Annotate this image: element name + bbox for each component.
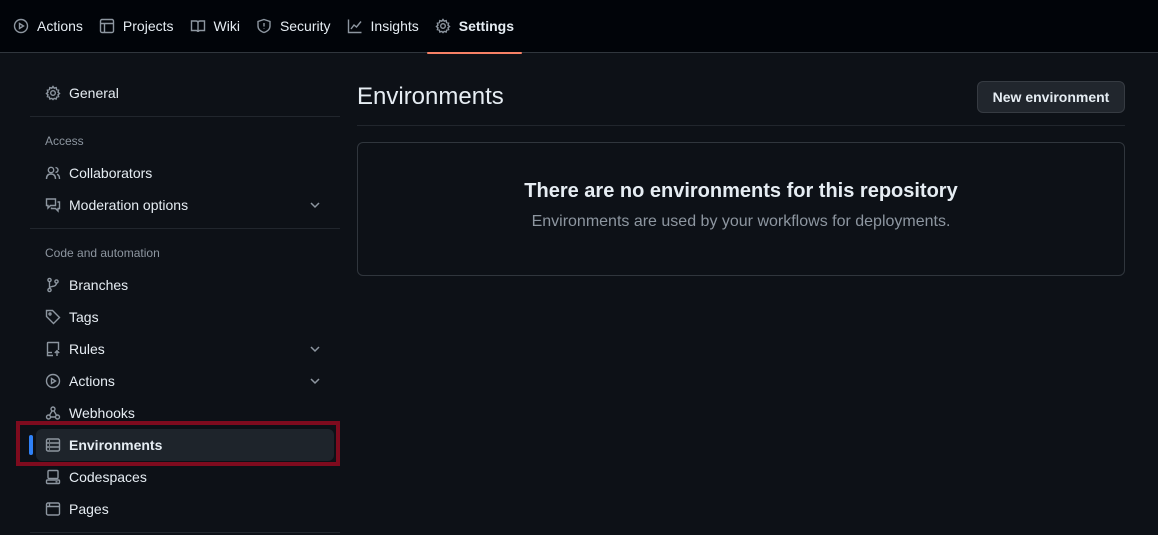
tab-label: Security: [279, 18, 331, 34]
section-heading-access: Access: [45, 134, 84, 148]
sidebar-item-label: Moderation options: [69, 197, 189, 213]
repo-push-icon: [46, 341, 60, 357]
sidebar-item-environments[interactable]: Environments: [29, 429, 334, 461]
blankslate-description: Environments are used by your workflows …: [531, 213, 951, 230]
tab-label: Wiki: [213, 18, 240, 34]
sidebar-item-label: Branches: [69, 277, 129, 293]
tab-actions[interactable]: Actions: [5, 0, 91, 53]
sidebar-item-tags[interactable]: Tags: [36, 301, 334, 333]
browser-icon: [45, 502, 61, 516]
sidebar-item-label: Pages: [69, 501, 109, 517]
chevron-down-icon: [310, 202, 320, 209]
sidebar-item-webhooks[interactable]: Webhooks: [36, 397, 334, 429]
sidebar-item-actions[interactable]: Actions: [36, 365, 334, 397]
comment-discussion-icon: [45, 198, 61, 213]
tab-label: Projects: [122, 18, 174, 34]
sidebar-divider: [30, 532, 340, 533]
git-branch-icon: [47, 277, 59, 293]
shield-icon: [257, 18, 271, 34]
sidebar-item-codespaces[interactable]: Codespaces: [36, 461, 334, 493]
tab-settings[interactable]: Settings: [426, 0, 523, 54]
gear-icon: [435, 18, 451, 34]
gear-icon: [45, 85, 61, 101]
sidebar-item-pages[interactable]: Pages: [36, 493, 334, 525]
chevron-down-icon: [310, 378, 320, 385]
play-circle-icon: [45, 373, 61, 389]
server-icon: [45, 438, 61, 452]
sidebar-item-label: Rules: [69, 341, 105, 357]
tab-label: Actions: [37, 18, 83, 34]
sidebar-item-label: Environments: [69, 437, 163, 453]
blankslate-title: There are no environments for this repos…: [524, 180, 958, 202]
new-environment-button[interactable]: New environment: [977, 81, 1125, 113]
sidebar-item-label: Tags: [69, 309, 99, 325]
table-icon: [99, 18, 115, 34]
tab-label: Insights: [370, 18, 419, 34]
sidebar-item-label: Codespaces: [69, 469, 147, 485]
sidebar-item-label: Actions: [69, 373, 115, 389]
tab-security[interactable]: Security: [248, 0, 339, 53]
graph-icon: [347, 19, 362, 34]
play-circle-icon: [13, 18, 29, 34]
tab-label: Settings: [458, 18, 514, 34]
chevron-down-icon: [310, 346, 320, 353]
blankslate: There are no environments for this repos…: [357, 142, 1125, 276]
sidebar-item-moderation[interactable]: Moderation options: [36, 189, 334, 221]
book-icon: [190, 20, 205, 33]
webhook-icon: [45, 406, 61, 420]
sidebar-item-branches[interactable]: Branches: [36, 269, 334, 301]
sidebar-item-collaborators[interactable]: Collaborators: [36, 157, 334, 189]
sidebar-item-label: General: [69, 85, 119, 101]
tab-insights[interactable]: Insights: [339, 0, 427, 53]
codespaces-icon: [45, 469, 61, 485]
sidebar-divider: [30, 228, 340, 229]
tag-icon: [45, 309, 61, 325]
people-icon: [45, 166, 61, 180]
sidebar-item-label: Webhooks: [69, 405, 135, 421]
page-title: Environments: [357, 83, 504, 110]
sidebar-item-general[interactable]: General: [36, 77, 334, 109]
tab-wiki[interactable]: Wiki: [182, 0, 248, 53]
section-heading-code-automation: Code and automation: [45, 246, 160, 260]
repo-nav: Actions Projects Wiki Security Insights …: [0, 0, 1158, 54]
sidebar-item-label: Collaborators: [69, 165, 153, 181]
title-divider: [357, 125, 1125, 126]
sidebar-item-rules[interactable]: Rules: [36, 333, 334, 365]
tab-projects[interactable]: Projects: [91, 0, 182, 53]
sidebar-divider: [30, 116, 340, 117]
